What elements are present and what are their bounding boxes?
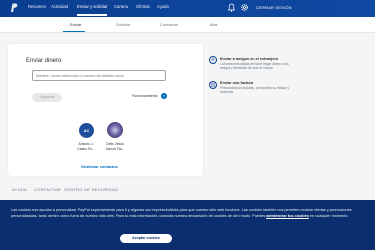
bell-icon[interactable] <box>228 3 235 12</box>
info-desc-international: La forma más rápida de hacer llegar dine… <box>220 62 289 71</box>
nav-item-ofertas[interactable]: Ofertas <box>136 4 150 9</box>
nav-item-ayuda[interactable]: Ayuda <box>157 4 169 9</box>
contact-name-line: García Fla... <box>105 146 125 151</box>
nav-item-enviar-solicitar[interactable]: Enviar y solicitar <box>77 4 107 9</box>
cookie-text-end: en cualquier momento. <box>309 214 349 219</box>
cookie-text: Las cookies nos ayudan a personalizar Pa… <box>11 207 363 219</box>
manage-cookies-link[interactable]: administrar tus cookies <box>266 214 309 218</box>
how-it-works-link[interactable]: Funcionamiento <box>132 94 158 98</box>
question-icon[interactable]: ? <box>161 93 167 99</box>
tab-contactos[interactable]: Contactos <box>160 22 178 27</box>
footer-link-ayuda[interactable]: AYUDA <box>12 187 27 192</box>
next-button[interactable]: Siguiente <box>32 93 62 102</box>
top-nav: Resumen Actividad Enviar y solicitar Car… <box>0 0 375 17</box>
info-desc-invoice: Personaliza tus facturas, comprueba su e… <box>220 86 289 95</box>
logout-link[interactable]: CERRAR SESIÓN <box>256 5 292 10</box>
nav-active-indicator <box>77 14 107 16</box>
contact-avatar-photo[interactable] <box>107 122 123 138</box>
paypal-logo-icon[interactable] <box>10 3 18 13</box>
contact-name[interactable]: Delio Jesús García Fla... <box>101 142 129 151</box>
contact-name[interactable]: Antonio J. Castro Es... <box>72 142 100 151</box>
invoice-icon <box>209 81 217 89</box>
gear-icon[interactable] <box>240 3 249 12</box>
tab-enviar[interactable]: Enviar <box>70 22 81 27</box>
globe-icon <box>209 56 217 64</box>
sub-nav: Enviar Solicitar Contactos Más <box>0 17 375 33</box>
nav-item-actividad[interactable]: Actividad <box>51 4 68 9</box>
footer-link-contactar[interactable]: CONTACTAR <box>34 187 61 192</box>
nav-item-cartera[interactable]: Cartera <box>114 4 128 9</box>
info-title-invoice[interactable]: Enviar una factura <box>220 81 253 85</box>
footer-link-seguridad[interactable]: CENTRO DE SEGURIDAD <box>64 187 118 192</box>
accept-cookies-button[interactable]: Aceptar cookies <box>120 234 172 243</box>
tab-solicitar[interactable]: Solicitar <box>116 22 130 27</box>
send-money-title: Enviar dinero <box>26 58 62 64</box>
tab-active-indicator <box>63 30 85 32</box>
manage-contacts-link[interactable]: Gestionar contactos <box>81 165 118 169</box>
recipient-input[interactable]: Nombre, correo electrónico o número de t… <box>32 70 166 81</box>
recipient-input-placeholder: Nombre, correo electrónico o número de t… <box>36 73 124 78</box>
contact-avatar[interactable]: AC <box>79 123 94 138</box>
contact-name-line: Castro Es... <box>77 146 95 151</box>
nav-item-resumen[interactable]: Resumen <box>28 4 46 9</box>
tab-mas[interactable]: Más <box>210 22 218 27</box>
info-title-international[interactable]: Enviar a amigos en el extranjero <box>220 57 278 61</box>
